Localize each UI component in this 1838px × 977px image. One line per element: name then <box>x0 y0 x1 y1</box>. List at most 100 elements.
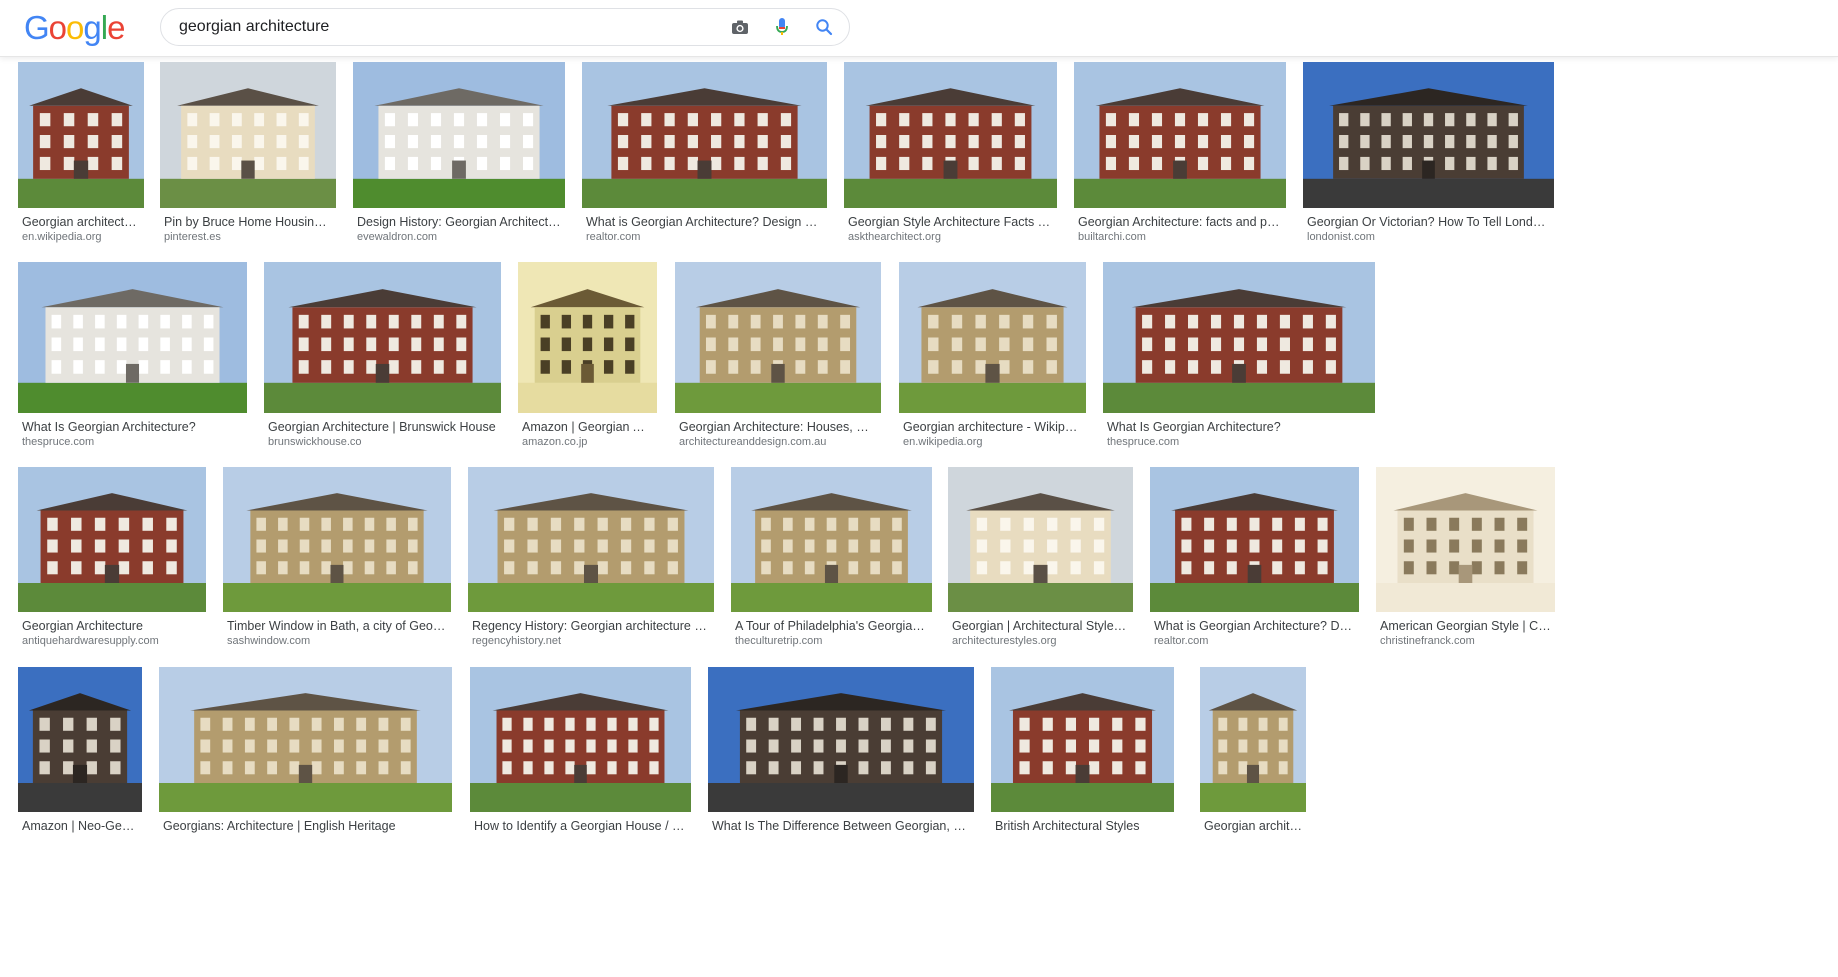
result-thumbnail[interactable] <box>18 667 142 812</box>
result-title[interactable]: Georgian Architecture <box>22 618 202 634</box>
result-title[interactable]: British Architectural Styles <box>995 818 1170 834</box>
result-title[interactable]: Amazon | Neo-Georgia… <box>22 818 138 834</box>
result-source: realtor.com <box>586 231 641 243</box>
result-title[interactable]: What is Georgian Architecture? Design Ch… <box>586 214 823 230</box>
result-source: theculturetrip.com <box>735 635 823 647</box>
result-title[interactable]: What Is The Difference Between Georgian,… <box>712 818 970 834</box>
result-title[interactable]: Design History: Georgian Architecture - … <box>357 214 561 230</box>
image-result-card[interactable]: Georgian Style Architecture Facts and Hi… <box>844 62 1057 248</box>
image-result-card[interactable]: Georgian Or Victorian? How To Tell Londo… <box>1303 62 1554 248</box>
result-source: antiquehardwaresupply.com <box>22 635 159 647</box>
result-source: evewaldron.com <box>357 231 438 243</box>
result-thumbnail[interactable] <box>708 667 974 812</box>
image-result-card[interactable]: Design History: Georgian Architecture - … <box>353 62 565 248</box>
result-thumbnail[interactable] <box>1150 467 1359 612</box>
result-thumbnail[interactable] <box>1376 467 1555 612</box>
image-result-card[interactable]: Georgian Architecture | Brunswick House b… <box>264 262 501 453</box>
image-result-card[interactable]: Georgian Architecture antiquehardwaresupp… <box>18 467 206 652</box>
result-title[interactable]: Regency History: Georgian architecture -… <box>472 618 710 634</box>
result-source: amazon.co.jp <box>522 436 588 448</box>
search-box <box>160 8 850 46</box>
result-thumbnail[interactable] <box>731 467 932 612</box>
image-result-card[interactable]: What is Georgian Architecture? Design Ch… <box>582 62 827 248</box>
result-title[interactable]: Georgian architecture. … <box>1204 818 1302 834</box>
result-title[interactable]: A Tour of Philadelphia's Georgian Archit… <box>735 618 928 634</box>
result-title[interactable]: Georgian Architecture | Brunswick House <box>268 419 497 435</box>
result-thumbnail[interactable] <box>518 262 657 413</box>
result-thumbnail[interactable] <box>1200 667 1306 812</box>
image-result-card[interactable]: How to Identify a Georgian House / Georg… <box>470 667 691 852</box>
result-thumbnail[interactable] <box>18 262 247 413</box>
result-thumbnail[interactable] <box>470 667 691 812</box>
result-title[interactable]: Amazon | Georgian Archit… <box>522 419 653 435</box>
result-thumbnail[interactable] <box>18 62 144 208</box>
result-source: christinefranck.com <box>1380 635 1475 647</box>
image-result-card[interactable]: British Architectural Styles <box>991 667 1174 852</box>
result-thumbnail[interactable] <box>675 262 881 413</box>
image-result-card[interactable]: Regency History: Georgian architecture -… <box>468 467 714 652</box>
image-result-card[interactable]: Georgian architecture. … <box>1200 667 1306 852</box>
result-title[interactable]: What Is Georgian Architecture? <box>1107 419 1371 435</box>
result-thumbnail[interactable] <box>582 62 827 208</box>
image-result-card[interactable]: What Is Georgian Architecture? thespruce.… <box>18 262 247 453</box>
result-title[interactable]: What Is Georgian Architecture? <box>22 419 243 435</box>
search-actions <box>729 16 835 38</box>
microphone-icon[interactable] <box>771 16 793 38</box>
search-icon[interactable] <box>813 16 835 38</box>
result-source: realtor.com <box>1154 635 1209 647</box>
result-title[interactable]: Georgian architecture - Wikipedia <box>903 419 1082 435</box>
image-result-card[interactable]: Georgian architecture - Wikipedia en.wiki… <box>899 262 1086 453</box>
result-title[interactable]: American Georgian Style | Christin… <box>1380 618 1551 634</box>
image-result-card[interactable]: What Is Georgian Architecture? thespruce.… <box>1103 262 1375 453</box>
result-source: en.wikipedia.org <box>903 436 983 448</box>
search-input[interactable] <box>179 9 699 45</box>
result-thumbnail[interactable] <box>948 467 1133 612</box>
result-title[interactable]: What is Georgian Architecture? Design C… <box>1154 618 1355 634</box>
camera-icon[interactable] <box>729 16 751 38</box>
image-result-card[interactable]: Amazon | Georgian Archit…amazon.co.jp <box>518 262 657 453</box>
image-result-card[interactable]: What Is The Difference Between Georgian,… <box>708 667 974 852</box>
image-result-card[interactable]: What is Georgian Architecture? Design C…… <box>1150 467 1359 652</box>
google-logo[interactable]: Google <box>24 9 125 46</box>
result-thumbnail[interactable] <box>353 62 565 208</box>
result-thumbnail[interactable] <box>844 62 1057 208</box>
result-thumbnail[interactable] <box>468 467 714 612</box>
result-title[interactable]: Georgian Architecture: facts and philoso… <box>1078 214 1282 230</box>
result-thumbnail[interactable] <box>1303 62 1554 208</box>
result-title[interactable]: Pin by Bruce Home Housing Labor… <box>164 214 332 230</box>
result-title[interactable]: How to Identify a Georgian House / Georg… <box>474 818 687 834</box>
image-result-card[interactable]: Pin by Bruce Home Housing Labor…pinteres… <box>160 62 336 248</box>
image-result-card[interactable]: Georgian Architecture: Houses, Buildings… <box>675 262 881 453</box>
image-result-card[interactable]: Amazon | Neo-Georgia… <box>18 667 142 852</box>
image-result-card[interactable]: American Georgian Style | Christin…chris… <box>1376 467 1555 652</box>
result-thumbnail[interactable] <box>223 467 451 612</box>
result-title[interactable]: Georgian Architecture: Houses, Buildings… <box>679 419 877 435</box>
logo-letter: G <box>24 9 50 46</box>
result-title[interactable]: Georgian | Architectural Styles of A… <box>952 618 1129 634</box>
result-title[interactable]: Georgians: Architecture | English Herita… <box>163 818 448 834</box>
image-result-card[interactable]: A Tour of Philadelphia's Georgian Archit… <box>731 467 932 652</box>
result-thumbnail[interactable] <box>18 467 206 612</box>
result-thumbnail[interactable] <box>160 62 336 208</box>
logo-letter: o <box>48 9 67 46</box>
image-result-card[interactable]: Georgian | Architectural Styles of A…arc… <box>948 467 1133 652</box>
result-source: builtarchi.com <box>1078 231 1146 243</box>
result-title[interactable]: Georgian Or Victorian? How To Tell Londo… <box>1307 214 1550 230</box>
result-thumbnail[interactable] <box>991 667 1174 812</box>
header-bar: Google <box>0 0 1838 57</box>
result-thumbnail[interactable] <box>264 262 501 413</box>
image-result-card[interactable]: Timber Window in Bath, a city of Georgia… <box>223 467 451 652</box>
result-title[interactable]: Georgian architecture - … <box>22 214 140 230</box>
result-thumbnail[interactable] <box>1103 262 1375 413</box>
image-result-card[interactable]: Georgian Architecture: facts and philoso… <box>1074 62 1286 248</box>
result-thumbnail[interactable] <box>899 262 1086 413</box>
image-result-card[interactable]: Georgians: Architecture | English Herita… <box>159 667 452 852</box>
result-source: thespruce.com <box>1107 436 1180 448</box>
result-source: thespruce.com <box>22 436 95 448</box>
result-title[interactable]: Timber Window in Bath, a city of Georgia… <box>227 618 447 634</box>
image-result-card[interactable]: Georgian architecture - …en.wikipedia.or… <box>18 62 144 248</box>
result-thumbnail[interactable] <box>1074 62 1286 208</box>
result-source: architecturestyles.org <box>952 635 1057 647</box>
result-title[interactable]: Georgian Style Architecture Facts and Hi… <box>848 214 1053 230</box>
result-thumbnail[interactable] <box>159 667 452 812</box>
